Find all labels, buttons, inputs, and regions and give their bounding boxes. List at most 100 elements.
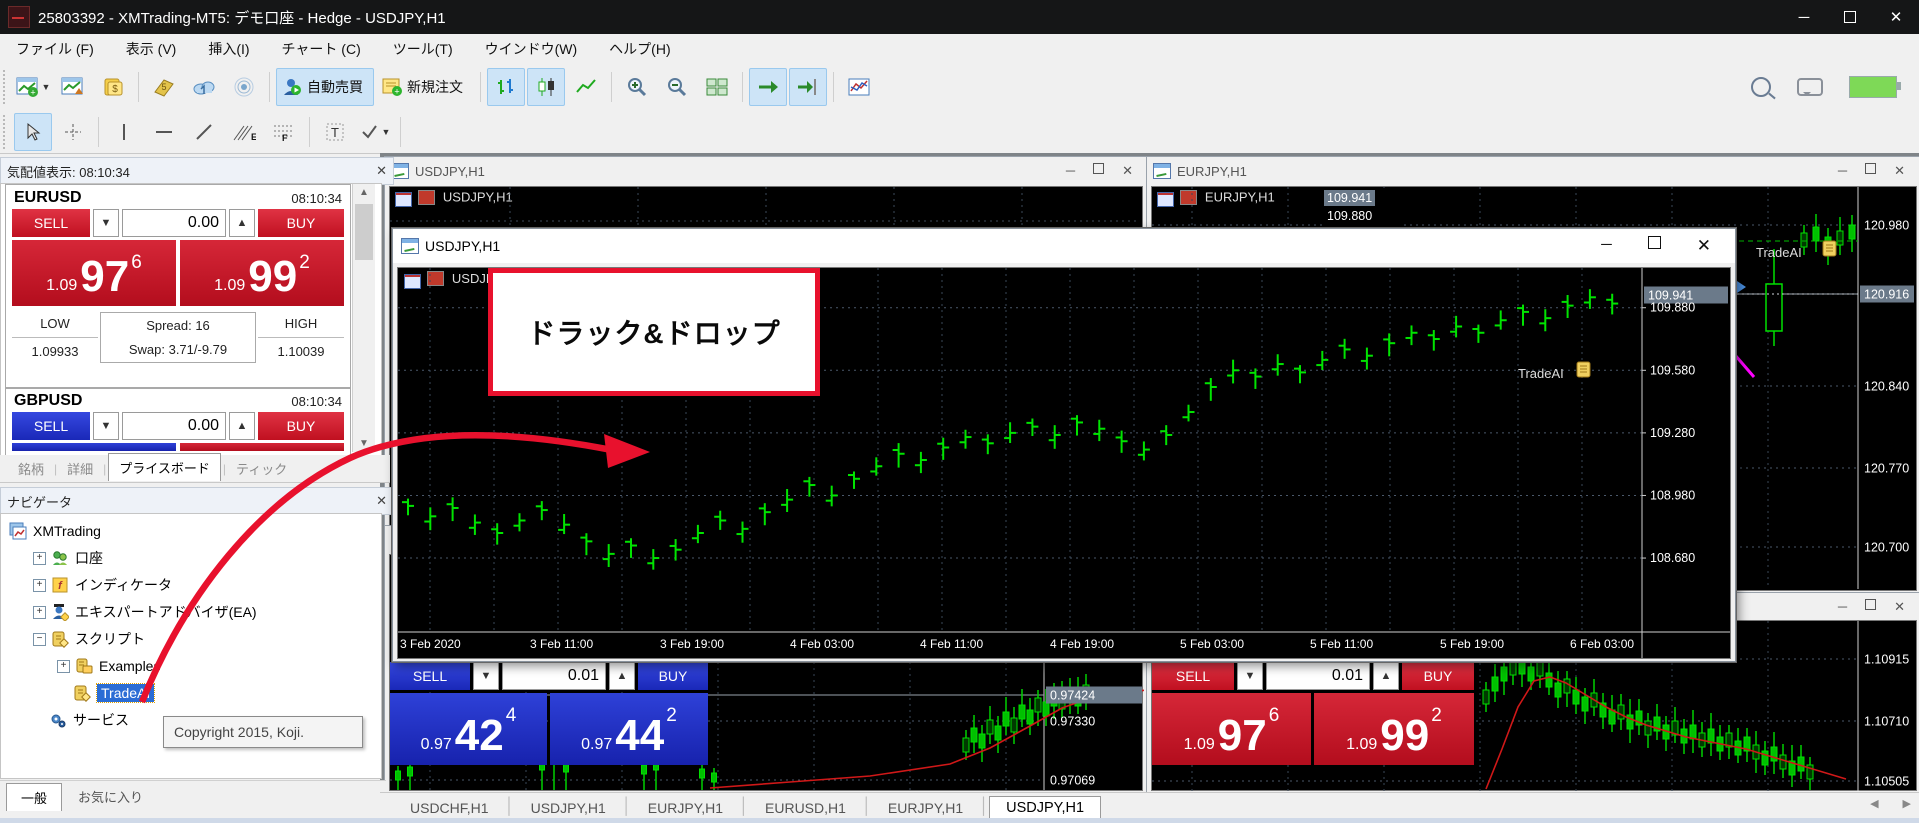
market-watch-header[interactable]: 気配値表示: 08:10:34 ✕: [0, 157, 394, 185]
tab-scroll-right-icon[interactable]: ▶: [1903, 797, 1911, 810]
chart-window-usdjpy-bg-titlebar[interactable]: USDJPY,H1 ─ ✕: [385, 157, 1147, 185]
eurusd-win-volume-up-button[interactable]: ▲: [1373, 662, 1399, 690]
navigator-header[interactable]: ナビゲータ ✕: [0, 487, 394, 515]
tree-item--[interactable]: +fインディケータ: [33, 572, 172, 598]
close-icon[interactable]: ✕: [1894, 163, 1905, 179]
eurusd-win-sell-button[interactable]: SELL: [1152, 662, 1234, 690]
eurusd-bid-tile[interactable]: 1.09976: [12, 240, 176, 306]
eurusd-ask-tile[interactable]: 1.09992: [180, 240, 344, 306]
usdchf-sell-button[interactable]: SELL: [390, 662, 470, 690]
market-watch-tab-0[interactable]: 銘柄: [10, 456, 52, 481]
expand-icon[interactable]: +: [33, 606, 46, 619]
minimize-icon[interactable]: ─: [1066, 163, 1075, 179]
cloud-button[interactable]: [185, 68, 223, 106]
tree-item-xmtrading[interactable]: XMTrading: [9, 518, 101, 544]
close-icon[interactable]: ✕: [1894, 599, 1905, 615]
floating-window-titlebar[interactable]: USDJPY,H1 ─ ✕: [393, 229, 1735, 263]
maximize-icon[interactable]: [1865, 163, 1876, 174]
algo-trading-button[interactable]: 自動売買: [276, 68, 374, 106]
scrollbar-thumb[interactable]: [355, 204, 373, 260]
eurusd-volume-input[interactable]: 0.00: [122, 209, 226, 237]
auto-scroll-button[interactable]: [749, 68, 787, 106]
tree-item--[interactable]: サービス: [33, 707, 129, 733]
navigator-tab-1[interactable]: お気に入り: [64, 783, 157, 810]
market-watch-tab-2[interactable]: プライスボード: [108, 453, 221, 481]
chart-bars-button[interactable]: [487, 68, 525, 106]
new-chart-button[interactable]: + ▼: [14, 68, 52, 106]
market-watch-tab-1[interactable]: 詳細: [59, 456, 101, 481]
tree-item--[interactable]: −スクリプト: [33, 626, 145, 652]
menu-item-2[interactable]: 挿入(I): [192, 35, 265, 63]
scroll-down-icon[interactable]: ▼: [353, 438, 375, 449]
tree-item-examples[interactable]: +Examples: [57, 653, 160, 679]
gbpusd-sell-button[interactable]: SELL: [12, 412, 90, 440]
close-icon[interactable]: ✕: [1697, 236, 1711, 256]
shapes-caret[interactable]: ▼: [382, 127, 391, 137]
usdchf-buy-button[interactable]: BUY: [638, 662, 708, 690]
zoom-in-button[interactable]: [618, 68, 656, 106]
market-watch-scrollbar[interactable]: ▲ ▼: [352, 184, 375, 452]
eurusd-volume-up-button[interactable]: ▲: [229, 209, 255, 237]
eurusd-win-bid-tile[interactable]: 1.09976: [1152, 693, 1311, 765]
usdchf-volume-input[interactable]: 0.01: [502, 662, 606, 690]
maximize-icon[interactable]: [1865, 599, 1876, 610]
eurusd-volume-down-button[interactable]: ▼: [93, 209, 119, 237]
fibonacci-tool-button[interactable]: F: [265, 113, 303, 151]
expand-icon[interactable]: +: [33, 579, 46, 592]
chart-window-eurjpy-titlebar[interactable]: EURJPY,H1 ─ ✕: [1147, 157, 1919, 185]
chart-line-button[interactable]: [567, 68, 605, 106]
collapse-icon[interactable]: −: [33, 633, 46, 646]
profiles-button[interactable]: [54, 68, 92, 106]
menu-item-6[interactable]: ヘルプ(H): [593, 35, 686, 63]
minimize-icon[interactable]: ─: [1601, 236, 1612, 256]
zoom-out-button[interactable]: [658, 68, 696, 106]
vertical-line-tool-button[interactable]: [105, 113, 143, 151]
tree-item--[interactable]: +口座: [33, 545, 103, 571]
toolbar-grip[interactable]: [3, 70, 10, 104]
eurusd-win-ask-tile[interactable]: 1.09992: [1314, 693, 1474, 765]
menu-item-0[interactable]: ファイル (F): [0, 35, 110, 63]
eurusd-win-volume-down-button[interactable]: ▼: [1237, 662, 1263, 690]
expand-icon[interactable]: +: [57, 660, 70, 673]
toolbar-grip2[interactable]: [3, 115, 10, 149]
horizontal-line-tool-button[interactable]: [145, 113, 183, 151]
close-button[interactable]: ✕: [1873, 0, 1919, 34]
chart-tab-usdchf-h1-0[interactable]: USDCHF,H1: [394, 797, 505, 819]
expand-icon[interactable]: +: [33, 552, 46, 565]
gbpusd-buy-button[interactable]: BUY: [258, 412, 344, 440]
chart-tab-eurusd-h1-3[interactable]: EURUSD,H1: [749, 797, 862, 819]
usdchf-bid-tile[interactable]: 0.97424: [390, 693, 547, 765]
eurusd-sell-button[interactable]: SELL: [12, 209, 90, 237]
eurusd-win-buy-button[interactable]: BUY: [1402, 662, 1474, 690]
cursor-tool-button[interactable]: [14, 113, 52, 151]
navigator-close-icon[interactable]: ✕: [376, 493, 387, 509]
minimize-icon[interactable]: ─: [1838, 163, 1847, 179]
signals-button[interactable]: [225, 68, 263, 106]
menu-item-1[interactable]: 表示 (V): [110, 35, 193, 63]
chart-tab-eurjpy-h1-2[interactable]: EURJPY,H1: [632, 797, 739, 819]
eurusd-win-volume-input[interactable]: 0.01: [1266, 662, 1370, 690]
restore-button[interactable]: [1827, 0, 1873, 34]
mql5-community-button[interactable]: 5: [145, 68, 183, 106]
new-chart-caret[interactable]: ▼: [42, 82, 51, 92]
minimize-button[interactable]: ─: [1781, 0, 1827, 34]
scroll-up-icon[interactable]: ▲: [353, 184, 375, 198]
tab-scroll-left-icon[interactable]: ◀: [1870, 797, 1878, 810]
crosshair-tool-button[interactable]: [54, 113, 92, 151]
menu-item-4[interactable]: ツール(T): [377, 35, 469, 63]
tree-item-tradeai[interactable]: TradeAI: [57, 680, 154, 706]
usdchf-volume-down-button[interactable]: ▼: [473, 662, 499, 690]
market-watch-tab-3[interactable]: ティック: [228, 456, 295, 481]
tree-item--ea-[interactable]: +エキスパートアドバイザ(EA): [33, 599, 257, 625]
chart-tab-usdjpy-h1-5[interactable]: USDJPY,H1: [989, 796, 1101, 819]
navigator-tab-0[interactable]: 一般: [6, 783, 62, 811]
minimize-icon[interactable]: ─: [1838, 599, 1847, 615]
chart-shift-button[interactable]: [789, 68, 827, 106]
usdchf-ask-tile[interactable]: 0.97442: [550, 693, 708, 765]
andrews-pitchfork-tool-button[interactable]: E: [225, 113, 263, 151]
menu-item-3[interactable]: チャート (C): [266, 35, 377, 63]
new-order-button[interactable]: + 新規注文: [376, 68, 474, 106]
menu-item-5[interactable]: ウインドウ(W): [469, 35, 594, 63]
gbpusd-volume-input[interactable]: 0.00: [122, 412, 226, 440]
gbpusd-volume-up-button[interactable]: ▲: [229, 412, 255, 440]
